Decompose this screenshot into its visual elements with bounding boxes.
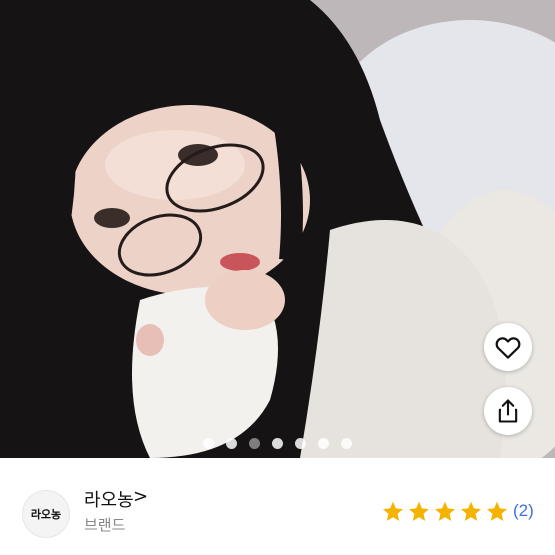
carousel-dot[interactable] (318, 438, 329, 449)
carousel-dot[interactable] (226, 438, 237, 449)
carousel-dot[interactable] (249, 438, 260, 449)
store-name-link[interactable]: 라오농 (84, 486, 134, 512)
star-icon (409, 501, 429, 521)
review-count-link[interactable]: (2) (513, 501, 534, 521)
carousel-dot[interactable] (272, 438, 283, 449)
product-image[interactable] (0, 0, 555, 458)
store-category-label: 브랜드 (84, 516, 126, 534)
carousel-dot[interactable] (341, 438, 352, 449)
chevron-right-icon[interactable]: > (133, 486, 148, 507)
rating-stars[interactable] (381, 500, 509, 524)
star-icon (435, 501, 455, 521)
star-icon (487, 501, 507, 521)
image-carousel-dots (0, 438, 555, 449)
like-button[interactable] (484, 323, 532, 371)
star-icon (461, 501, 481, 521)
product-photo-illustration (0, 0, 555, 458)
share-button[interactable] (484, 387, 532, 435)
heart-outline-icon (495, 337, 521, 359)
share-icon (498, 399, 518, 423)
store-avatar-text: 라오농 (30, 509, 62, 521)
store-avatar[interactable]: 라오농 (22, 490, 70, 538)
star-icon (383, 501, 403, 521)
carousel-dot[interactable] (295, 438, 306, 449)
carousel-dot[interactable] (203, 438, 214, 449)
